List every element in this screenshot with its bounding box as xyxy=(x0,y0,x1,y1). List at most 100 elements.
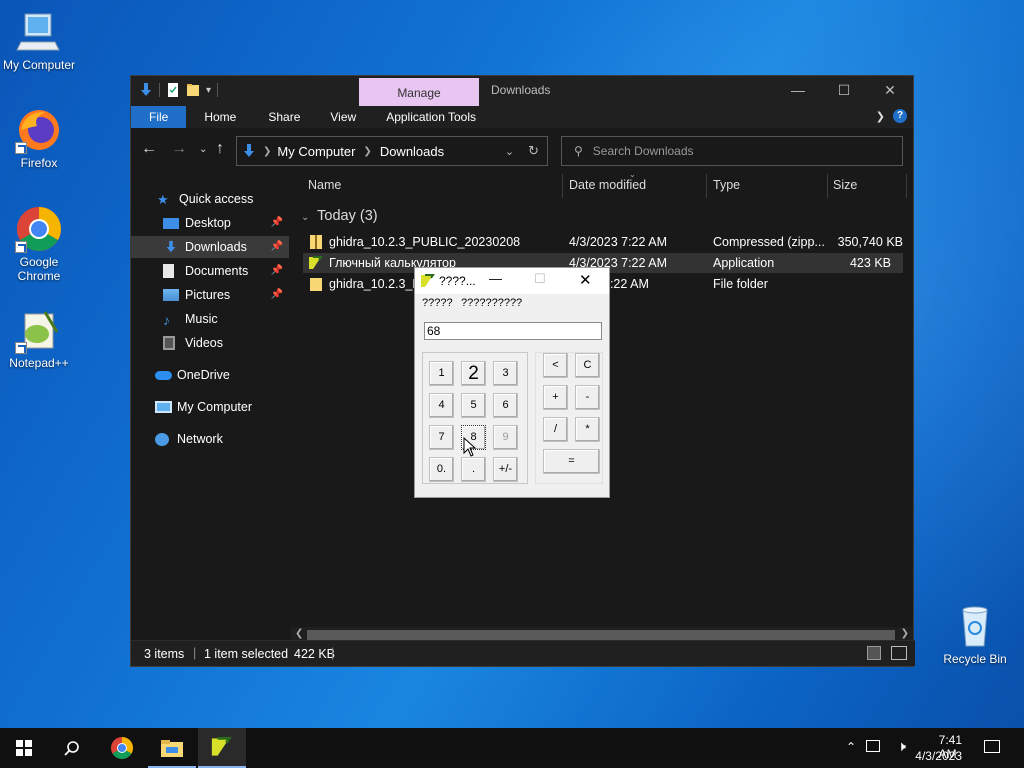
notepad-plus-plus-icon xyxy=(15,306,63,354)
column-header-date-modified[interactable]: Date modified xyxy=(569,178,646,200)
key-2[interactable]: 2 xyxy=(461,361,486,386)
start-button[interactable] xyxy=(0,728,48,768)
pin-icon[interactable]: 📌 xyxy=(271,289,283,300)
notification-center-icon[interactable] xyxy=(984,740,1000,753)
help-icon[interactable]: ? xyxy=(893,109,907,123)
large-icons-view-icon[interactable] xyxy=(891,646,907,660)
navigation-pane: ★ Quick access Desktop 📌 Downloads 📌 Doc… xyxy=(131,170,289,640)
window-title: Downloads xyxy=(491,83,551,97)
key-clear[interactable]: C xyxy=(575,353,600,378)
taskbar-chrome[interactable] xyxy=(98,728,146,768)
calculator-display[interactable]: 68 xyxy=(424,322,602,340)
desktop-icon-firefox[interactable]: Firefox xyxy=(1,106,77,170)
taskbar-file-explorer[interactable] xyxy=(148,728,196,768)
search-input[interactable]: ⚲ Search Downloads xyxy=(561,136,903,166)
pin-icon[interactable]: 📌 xyxy=(271,265,283,276)
key-plus-minus[interactable]: +/- xyxy=(493,457,518,482)
scrollbar-thumb[interactable] xyxy=(307,630,895,640)
tab-share[interactable]: Share xyxy=(254,106,314,128)
clock-date[interactable]: 4/3/2023 xyxy=(915,749,962,763)
refresh-icon[interactable]: ↻ xyxy=(528,143,539,159)
group-header-today[interactable]: ⌄ Today (3) xyxy=(301,208,378,224)
search-button[interactable] xyxy=(48,728,96,768)
key-divide[interactable]: / xyxy=(543,417,568,442)
show-hidden-icons-icon[interactable]: ⌃ xyxy=(846,740,856,754)
key-5[interactable]: 5 xyxy=(461,393,486,418)
scroll-left-icon[interactable]: ❮ xyxy=(295,628,303,639)
calculator-titlebar: ????... — ☐ ✕ xyxy=(415,268,609,294)
desktop-icon-label: Firefox xyxy=(20,156,58,170)
column-header-name[interactable]: Name xyxy=(308,178,341,200)
network-status-icon[interactable] xyxy=(866,740,880,752)
nav-downloads[interactable]: Downloads 📌 xyxy=(131,236,289,258)
tab-manage[interactable]: Manage xyxy=(359,78,479,106)
pin-icon[interactable]: 📌 xyxy=(271,217,283,228)
close-button[interactable]: ✕ xyxy=(867,76,913,104)
forward-arrow-icon[interactable]: → xyxy=(171,140,187,158)
maximize-button[interactable]: ☐ xyxy=(821,76,867,104)
scroll-right-icon[interactable]: ❯ xyxy=(901,628,909,639)
download-arrow-icon[interactable] xyxy=(139,82,153,98)
key-multiply[interactable]: * xyxy=(575,417,600,442)
key-9[interactable]: 9 xyxy=(493,425,518,450)
properties-icon[interactable] xyxy=(166,82,180,98)
nav-desktop[interactable]: Desktop 📌 xyxy=(131,212,289,234)
volume-icon[interactable]: 🕨 xyxy=(897,738,906,755)
address-bar[interactable]: ❯ My Computer ❯ Downloads ⌄ ↻ xyxy=(236,136,548,166)
key-1[interactable]: 1 xyxy=(429,361,454,386)
key-add[interactable]: + xyxy=(543,385,568,410)
back-arrow-icon[interactable]: ← xyxy=(141,140,157,158)
desktop-icon-notepad-plus-plus[interactable]: Notepad++ xyxy=(1,306,77,370)
explorer-titlebar: ▾ Manage Downloads — ☐ ✕ xyxy=(131,76,913,106)
key-subtract[interactable]: - xyxy=(575,385,600,410)
pin-icon[interactable]: 📌 xyxy=(271,241,283,252)
address-dropdown-icon[interactable]: ⌄ xyxy=(505,145,514,158)
details-view-icon[interactable] xyxy=(867,646,881,660)
breadcrumb-my-computer[interactable]: My Computer xyxy=(277,144,355,159)
tab-view[interactable]: View xyxy=(314,106,372,128)
tab-home[interactable]: Home xyxy=(186,106,254,128)
collapse-group-icon[interactable]: ⌄ xyxy=(301,212,309,223)
calc-minimize-button[interactable]: — xyxy=(489,271,502,286)
key-0[interactable]: 0. xyxy=(429,457,454,482)
tab-file[interactable]: File xyxy=(131,106,187,128)
minimize-button[interactable]: — xyxy=(775,76,821,104)
status-item-count: 3 items xyxy=(144,647,185,661)
key-decimal[interactable]: . xyxy=(461,457,486,482)
nav-documents[interactable]: Documents 📌 xyxy=(131,260,289,282)
recent-locations-icon[interactable]: ⌄ xyxy=(199,144,207,155)
up-arrow-icon[interactable]: ↑ xyxy=(216,140,224,158)
nav-network[interactable]: Network xyxy=(131,428,289,450)
desktop-icon-my-computer[interactable]: My Computer xyxy=(1,8,77,72)
nav-my-computer[interactable]: My Computer xyxy=(131,396,289,418)
zip-folder-icon xyxy=(310,235,322,249)
tab-application-tools[interactable]: Application Tools xyxy=(372,106,490,128)
calc-close-button[interactable]: ✕ xyxy=(579,271,592,289)
expand-ribbon-icon[interactable]: ❯ xyxy=(876,110,885,123)
key-7[interactable]: 7 xyxy=(429,425,454,450)
breadcrumb-downloads[interactable]: Downloads xyxy=(380,144,444,159)
nav-quick-access[interactable]: ★ Quick access xyxy=(131,188,289,210)
star-icon: ★ xyxy=(157,192,169,207)
customize-qat-icon[interactable]: ▾ xyxy=(206,85,211,96)
taskbar-buggy-calculator[interactable] xyxy=(198,728,246,768)
column-header-type[interactable]: Type xyxy=(713,178,740,200)
nav-pictures[interactable]: Pictures 📌 xyxy=(131,284,289,306)
key-4[interactable]: 4 xyxy=(429,393,454,418)
key-6[interactable]: 6 xyxy=(493,393,518,418)
key-backspace[interactable]: < xyxy=(543,353,568,378)
column-header-size[interactable]: Size xyxy=(833,178,857,200)
desktop-icon-chrome[interactable]: Google Chrome xyxy=(1,205,77,283)
calculator-window: ????... — ☐ ✕ ????? ?????????? 68 1 2 3 … xyxy=(414,267,610,498)
sort-indicator-icon: ⌄ xyxy=(629,170,636,179)
calc-menu-item[interactable]: ?????????? xyxy=(461,297,522,309)
nav-music[interactable]: ♪ Music xyxy=(131,308,289,330)
calc-menu-item[interactable]: ????? xyxy=(422,297,453,309)
nav-onedrive[interactable]: OneDrive xyxy=(131,364,289,386)
new-folder-icon[interactable] xyxy=(186,82,200,98)
key-3[interactable]: 3 xyxy=(493,361,518,386)
nav-videos[interactable]: Videos xyxy=(131,332,289,354)
file-row-ghidra-zip[interactable]: ghidra_10.2.3_PUBLIC_20230208 4/3/2023 7… xyxy=(303,232,903,252)
key-equals[interactable]: = xyxy=(543,449,600,474)
desktop-icon-recycle-bin[interactable]: Recycle Bin xyxy=(937,602,1013,666)
